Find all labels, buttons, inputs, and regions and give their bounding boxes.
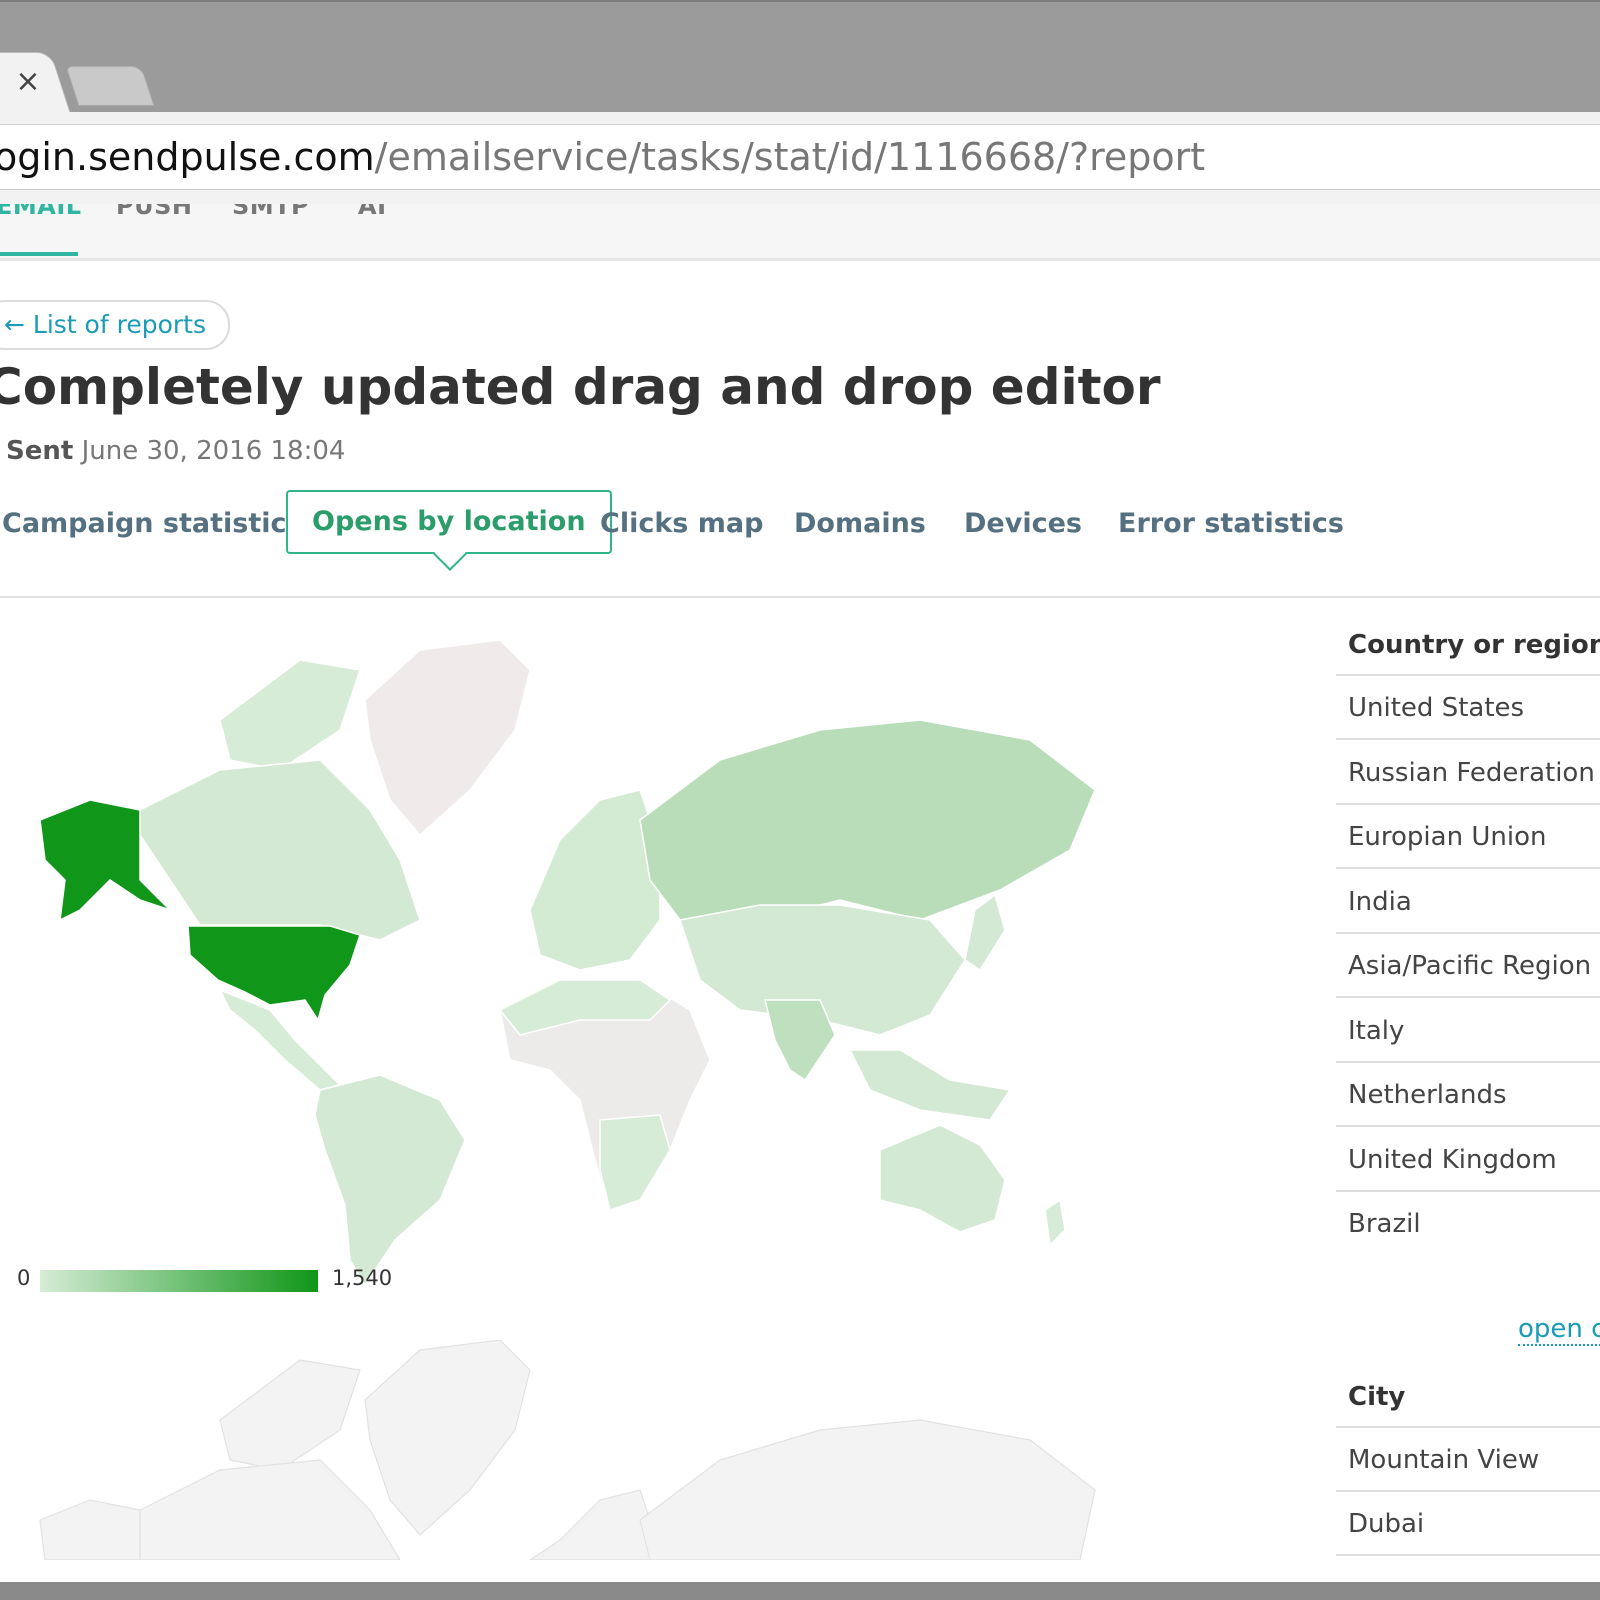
new-tab-button[interactable] [65,66,155,106]
open-full-list-link[interactable]: open c [1518,1314,1600,1346]
tab-clicks-map[interactable]: Clicks map [600,508,763,539]
table-row[interactable]: United Kingdom [1336,1128,1600,1192]
table-row[interactable]: Europian Union [1336,805,1600,869]
map-region-india [764,999,836,1082]
city-map[interactable] [20,1340,1120,1560]
map-region-russia [639,719,1096,926]
url-path: /emailservice/tasks/stat/id/1116668/?rep… [374,135,1206,179]
service-nav-email[interactable]: EMAIL [0,204,82,220]
legend-max: 1,540 [332,1266,393,1290]
service-nav: EMAIL PUSH SMTP AI [0,204,1600,261]
map-region-arctic-islands [219,659,361,771]
map-region-greenland [364,639,531,837]
close-icon[interactable]: × [14,64,42,100]
tab-devices[interactable]: Devices [964,508,1082,539]
table-row[interactable]: India [1336,870,1600,934]
service-nav-smtp[interactable]: SMTP [232,204,309,220]
map-region-japan [964,893,1006,972]
map-region-southeast-asia [848,1049,1012,1121]
map-region-south-america [314,1074,466,1287]
map-region-united-states [187,925,361,1022]
window-bottom-border [0,1582,1600,1600]
tab-opens-by-location[interactable]: Opens by location [286,490,612,554]
report-tabs: Campaign statistics Opens by location Cl… [0,490,1600,598]
url-input[interactable]: ogin.sendpulse.com/emailservice/tasks/st… [0,124,1600,190]
tab-campaign-statistics[interactable]: Campaign statistics [2,508,303,539]
url-host: ogin.sendpulse.com [0,135,375,179]
list-of-reports-link[interactable]: ← List of reports [0,300,230,350]
table-row[interactable]: United States [1336,676,1600,740]
world-map[interactable] [20,620,1120,1300]
legend-min: 0 [17,1266,31,1290]
address-bar: ogin.sendpulse.com/emailservice/tasks/st… [0,112,1600,206]
map-region-europe [529,789,661,971]
map-region-new-zealand [1044,1198,1066,1247]
sent-info: Sent June 30, 2016 18:04 [6,436,345,466]
map-region-africa-south [599,1114,671,1211]
table-row[interactable]: Russian Federation [1336,741,1600,805]
table-row[interactable]: Asia/Pacific Region [1336,934,1600,998]
sent-date: June 30, 2016 18:04 [81,436,346,466]
country-table-header: Country or region [1336,614,1600,676]
active-tab-indicator [0,252,78,256]
tab-error-statistics[interactable]: Error statistics [1118,508,1344,539]
page-title: Completely updated drag and drop editor [0,358,1161,416]
table-row[interactable]: Brazil [1336,1192,1600,1256]
map-region-australia [879,1124,1006,1233]
table-row[interactable]: Mountain View [1336,1428,1600,1492]
city-table-header: City [1336,1366,1600,1428]
table-row[interactable]: Italy [1336,999,1600,1063]
map-region-canada [139,759,421,941]
browser-tab-strip: × [0,0,1600,117]
service-nav-ai[interactable]: AI [358,204,387,220]
service-nav-push[interactable]: PUSH [116,204,192,220]
legend-gradient [40,1270,318,1292]
sent-label: Sent [6,436,74,466]
city-map-svg [39,1340,1096,1560]
table-row[interactable]: Netherlands [1336,1063,1600,1127]
world-map-svg [39,639,1096,1287]
table-row[interactable]: Dubai [1336,1492,1600,1556]
tab-domains[interactable]: Domains [794,508,926,539]
